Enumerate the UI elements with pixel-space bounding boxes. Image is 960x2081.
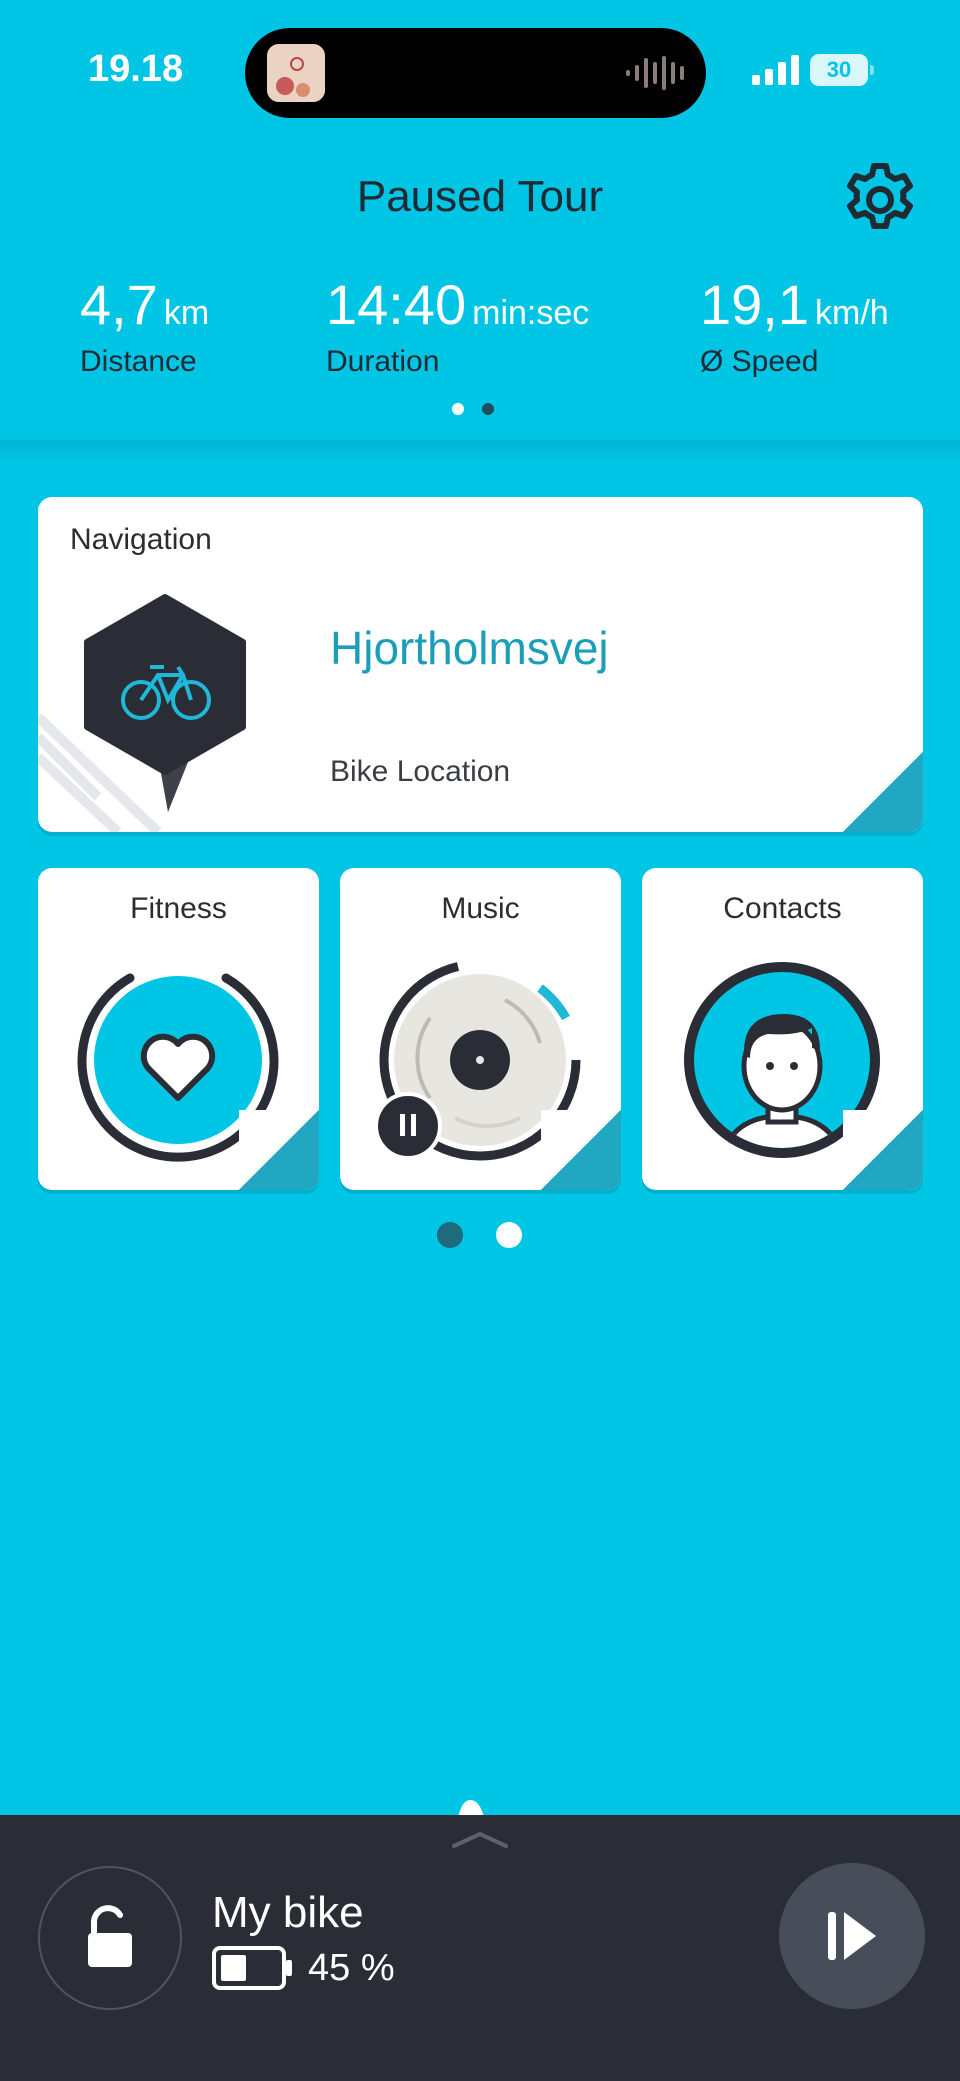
unlock-icon bbox=[88, 1905, 132, 1967]
tour-stats[interactable]: 4,7 km Distance 14:40 min:sec Duration 19,… bbox=[0, 272, 960, 392]
stat-value: 14:40 bbox=[326, 273, 467, 336]
tiles-page-dot-active[interactable] bbox=[437, 1222, 463, 1248]
card-corner-fold bbox=[541, 1110, 621, 1190]
settings-button[interactable] bbox=[840, 160, 920, 240]
music-tile[interactable]: Music bbox=[340, 868, 621, 1190]
stat-duration: 14:40 min:sec Duration bbox=[326, 272, 589, 379]
stat-value: 19,1 bbox=[700, 273, 809, 336]
tiles-page-dot[interactable] bbox=[496, 1222, 522, 1248]
lock-button[interactable] bbox=[38, 1866, 182, 2010]
stat-unit: min:sec bbox=[472, 294, 590, 332]
stat-unit: km/h bbox=[815, 294, 889, 332]
stat-distance: 4,7 km Distance bbox=[80, 272, 209, 379]
navigation-subtitle: Bike Location bbox=[330, 755, 511, 788]
stats-page-dot[interactable] bbox=[482, 403, 494, 415]
tile-label: Fitness bbox=[130, 892, 227, 925]
card-corner-fold bbox=[843, 1110, 923, 1190]
resume-tour-button[interactable] bbox=[779, 1863, 925, 2009]
stat-value: 4,7 bbox=[80, 273, 158, 336]
stat-label: Distance bbox=[80, 345, 197, 378]
stat-label: Ø Speed bbox=[700, 345, 819, 378]
tile-label: Contacts bbox=[723, 892, 842, 925]
dynamic-island[interactable] bbox=[245, 28, 706, 118]
signal-icon bbox=[752, 55, 799, 85]
audio-wave-icon bbox=[626, 56, 684, 90]
page-title: Paused Tour bbox=[356, 172, 604, 221]
bike-battery-percent: 45 % bbox=[308, 1946, 395, 1989]
contacts-tile[interactable]: Contacts bbox=[642, 868, 923, 1190]
header-divider bbox=[0, 440, 960, 460]
gear-icon bbox=[847, 163, 913, 229]
battery-icon bbox=[212, 1946, 292, 1990]
bike-location-pin-icon bbox=[38, 594, 246, 832]
bike-battery: 45 % bbox=[212, 1946, 395, 1990]
navigation-card[interactable]: Navigation Hjortholmsvej Bike Location bbox=[38, 497, 923, 832]
navigation-destination: Hjortholmsvej bbox=[330, 622, 609, 674]
chevron-up-icon[interactable] bbox=[452, 1830, 508, 1850]
card-corner-fold bbox=[239, 1110, 319, 1190]
stats-page-dot-active[interactable] bbox=[452, 403, 464, 415]
tile-label: Music bbox=[441, 892, 520, 925]
status-indicators: 30 bbox=[752, 54, 874, 86]
bike-name: My bike bbox=[212, 1888, 364, 1937]
status-bar: 19.18 30 bbox=[0, 0, 960, 140]
stat-label: Duration bbox=[326, 345, 440, 378]
stats-page-indicator[interactable] bbox=[452, 403, 494, 415]
fitness-tile[interactable]: Fitness bbox=[38, 868, 319, 1190]
stat-unit: km bbox=[163, 294, 210, 332]
card-corner-fold bbox=[843, 752, 923, 832]
play-icon bbox=[828, 1912, 876, 1960]
now-playing-thumbnail bbox=[267, 44, 325, 102]
stat-speed: 19,1 km/h Ø Speed bbox=[700, 272, 889, 379]
tiles-page-indicator[interactable] bbox=[437, 1222, 522, 1248]
phone-battery-indicator: 30 bbox=[810, 54, 874, 86]
card-title: Navigation bbox=[70, 523, 212, 556]
status-time: 19.18 bbox=[88, 48, 184, 90]
